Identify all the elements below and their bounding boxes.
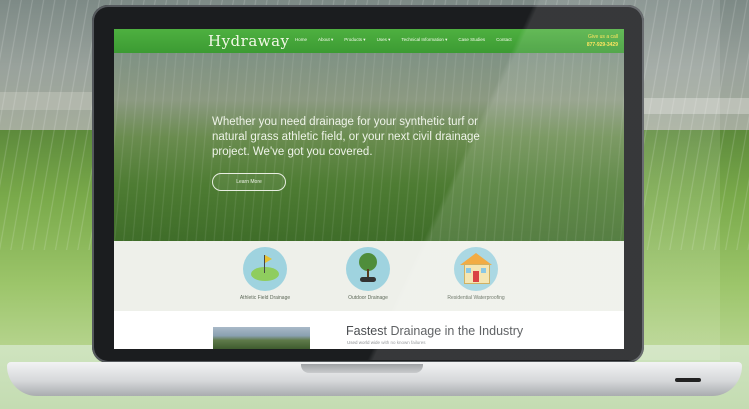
feature-section: Fastest Drainage in the Industry Used wo… xyxy=(114,311,624,349)
nav-products[interactable]: Products ▾ xyxy=(344,37,365,43)
service-residential[interactable]: Residential Waterproofing xyxy=(431,247,521,301)
service-label: Athletic Field Drainage xyxy=(239,295,291,301)
phone-number[interactable]: 877-929-3429 xyxy=(587,41,618,49)
nav-uses[interactable]: Uses ▾ xyxy=(377,37,391,43)
nav-menu: Home About ▾ Products ▾ Uses ▾ Technical… xyxy=(295,37,512,43)
call-label: Give us a call xyxy=(587,34,618,40)
services-strip: Athletic Field Drainage Outdoor Drainage… xyxy=(114,241,624,311)
laptop-notch xyxy=(301,364,423,373)
site-navbar: Hydraway Home About ▾ Products ▾ Uses ▾ … xyxy=(114,29,624,53)
nav-home[interactable]: Home xyxy=(295,37,307,43)
tree-pipe-icon xyxy=(346,247,390,291)
feature-title: Fastest Drainage in the Industry xyxy=(346,324,524,338)
laptop-screen: Hydraway Home About ▾ Products ▾ Uses ▾ … xyxy=(114,29,624,349)
site-logo[interactable]: Hydraway xyxy=(208,32,290,50)
laptop-indicator-light xyxy=(675,378,701,382)
hero-headline: Whether you need drainage for your synth… xyxy=(212,116,480,158)
nav-contact[interactable]: Contact xyxy=(496,37,512,43)
service-label: Outdoor Drainage xyxy=(348,295,388,301)
nav-technical-information[interactable]: Technical Information ▾ xyxy=(401,37,447,43)
hero-banner: Whether you need drainage for your synth… xyxy=(114,53,624,241)
house-icon xyxy=(454,247,498,291)
call-box: Give us a call 877-929-3429 xyxy=(587,33,618,49)
feature-subtitle: Used world wide with no known failures xyxy=(347,340,426,345)
feature-image xyxy=(213,327,310,349)
nav-about[interactable]: About ▾ xyxy=(318,37,333,43)
service-athletic-field[interactable]: Athletic Field Drainage xyxy=(220,247,310,301)
learn-more-button[interactable]: Learn More xyxy=(212,173,286,191)
service-label: Residential Waterproofing xyxy=(447,295,505,301)
service-outdoor[interactable]: Outdoor Drainage xyxy=(323,247,413,301)
nav-case-studies[interactable]: Case Studies xyxy=(458,37,485,43)
golf-flag-icon xyxy=(243,247,287,291)
